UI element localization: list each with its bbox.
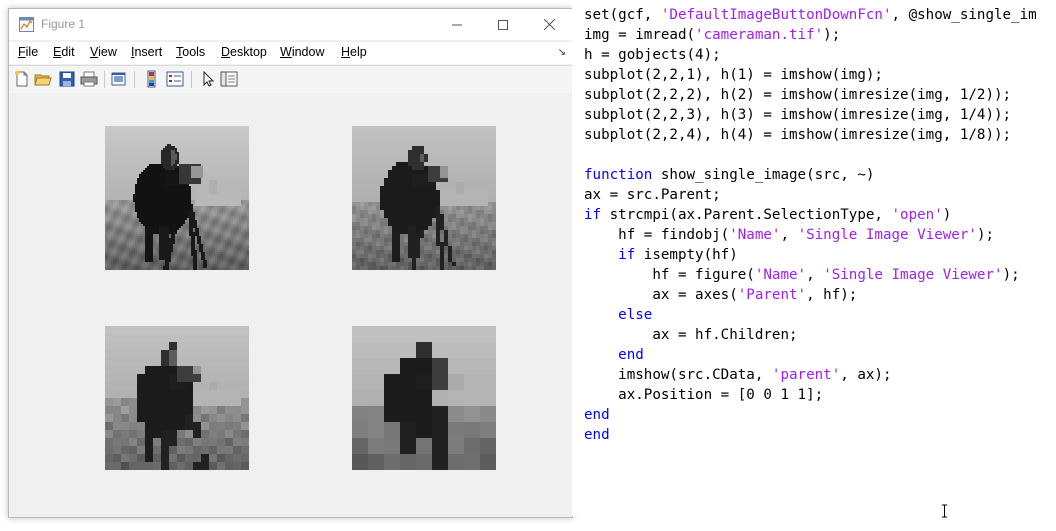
code-text-run: );: [976, 227, 995, 243]
code-string: 'DefaultImageButtonDownFcn': [660, 7, 892, 23]
code-text-run: );: [1002, 267, 1020, 283]
code-text-run: , @show_single_im: [891, 7, 1037, 23]
code-editor[interactable]: set(gcf, 'DefaultImageButtonDownFcn', @s…: [572, 0, 1056, 516]
code-keyword: end: [584, 427, 610, 443]
code-text-run: subplot(2,2,2), h(2) = imshow(imresize(i…: [584, 87, 1012, 103]
maximize-button[interactable]: [480, 9, 526, 40]
dock-arrow-icon[interactable]: ↘: [558, 47, 566, 58]
toolbar-separator: [191, 71, 192, 88]
code-text-run: h = gobjects(4);: [584, 47, 721, 63]
code-text-run: ax.Position = [0 0 1 1];: [584, 387, 824, 403]
code-text-run: ax = src.Parent;: [584, 187, 721, 203]
minimize-icon: [452, 24, 462, 25]
code-keyword: if: [584, 207, 602, 223]
code-keyword: function: [584, 167, 653, 183]
menu-desktop[interactable]: Desktop: [221, 45, 267, 59]
code-text-run: hf = figure(: [584, 267, 755, 283]
menu-bar: File Edit View Insert Tools Desktop Wind…: [9, 42, 572, 64]
code-text-run: imshow(src.CData,: [584, 367, 772, 383]
code-keyword: else: [618, 307, 653, 323]
close-icon: [543, 19, 555, 30]
matlab-figure-icon: [19, 17, 34, 32]
code-text[interactable]: set(gcf, 'DefaultImageButtonDownFcn', @s…: [584, 5, 1037, 445]
code-text-run: ,: [780, 227, 798, 243]
print-preview-icon[interactable]: [110, 70, 128, 88]
save-icon[interactable]: [58, 70, 76, 88]
menu-view[interactable]: View: [90, 45, 117, 59]
maximize-icon: [498, 19, 508, 30]
figure-window: Figure 1 File Edit View Insert Tools Des…: [8, 8, 573, 518]
code-string: 'parent': [771, 367, 841, 383]
colorbar-icon[interactable]: [143, 70, 161, 88]
property-inspector-icon[interactable]: [220, 70, 238, 88]
figure-canvas: [9, 93, 572, 517]
code-string: 'open': [891, 207, 943, 223]
legend-icon[interactable]: [166, 70, 184, 88]
figure-toolbar: [9, 65, 572, 94]
code-text-run: [584, 247, 618, 263]
text-cursor-icon: [942, 504, 947, 518]
code-text-run: subplot(2,2,1), h(1) = imshow(img);: [584, 67, 883, 83]
print-icon[interactable]: [80, 70, 98, 88]
code-text-run: , hf);: [806, 287, 858, 303]
code-text-run: [584, 347, 618, 363]
code-string: 'Single Image Viewer': [823, 267, 1003, 283]
code-text-run: strcmpi(ax.Parent.SelectionType,: [601, 207, 892, 223]
code-text-run: set(gcf,: [584, 7, 661, 23]
code-string: 'Parent': [737, 287, 807, 303]
menu-tools[interactable]: Tools: [176, 45, 205, 59]
code-string: 'Name': [754, 267, 807, 283]
window-title: Figure 1: [41, 17, 86, 31]
code-text-run: hf = findobj(: [584, 227, 730, 243]
subplot-image-2[interactable]: [352, 126, 496, 270]
code-text-run: ): [942, 207, 952, 223]
subplot-image-1[interactable]: [105, 126, 249, 270]
minimize-button[interactable]: [434, 9, 480, 40]
code-text-run: , ax);: [840, 367, 892, 383]
code-text-run: ,: [806, 267, 824, 283]
menu-file[interactable]: File: [18, 45, 38, 59]
code-keyword: end: [618, 347, 644, 363]
subplot-image-3[interactable]: [105, 326, 249, 470]
code-string: 'Single Image Viewer': [797, 227, 977, 243]
code-text-run: ax = hf.Children;: [584, 327, 798, 343]
toolbar-separator: [104, 71, 105, 88]
open-file-icon[interactable]: [34, 70, 52, 88]
title-bar[interactable]: Figure 1: [9, 9, 572, 40]
subplot-image-4[interactable]: [352, 326, 496, 470]
code-text-run: isempty(hf): [635, 247, 738, 263]
menu-window[interactable]: Window: [280, 45, 324, 59]
edit-plot-arrow-icon[interactable]: [199, 70, 217, 88]
code-text-run: subplot(2,2,3), h(3) = imshow(imresize(i…: [584, 107, 1012, 123]
code-text-run: );: [823, 27, 841, 43]
desktop-strip: [0, 516, 1056, 531]
code-text-run: show_single_image(src, ~): [652, 167, 875, 183]
code-text-run: img = imread(: [584, 27, 696, 43]
code-string: 'cameraman.tif': [695, 27, 824, 43]
code-text-run: ax = axes(: [584, 287, 738, 303]
code-text-run: subplot(2,2,4), h(4) = imshow(imresize(i…: [584, 127, 1012, 143]
code-keyword: if: [618, 247, 636, 263]
new-figure-icon[interactable]: [13, 70, 31, 88]
toolbar-separator: [134, 71, 135, 88]
menu-help[interactable]: Help: [341, 45, 367, 59]
code-keyword: end: [584, 407, 610, 423]
menu-insert[interactable]: Insert: [131, 45, 162, 59]
code-text-run: [584, 307, 618, 323]
code-string: 'Name': [729, 227, 781, 243]
menu-edit[interactable]: Edit: [53, 45, 75, 59]
close-button[interactable]: [526, 9, 572, 40]
